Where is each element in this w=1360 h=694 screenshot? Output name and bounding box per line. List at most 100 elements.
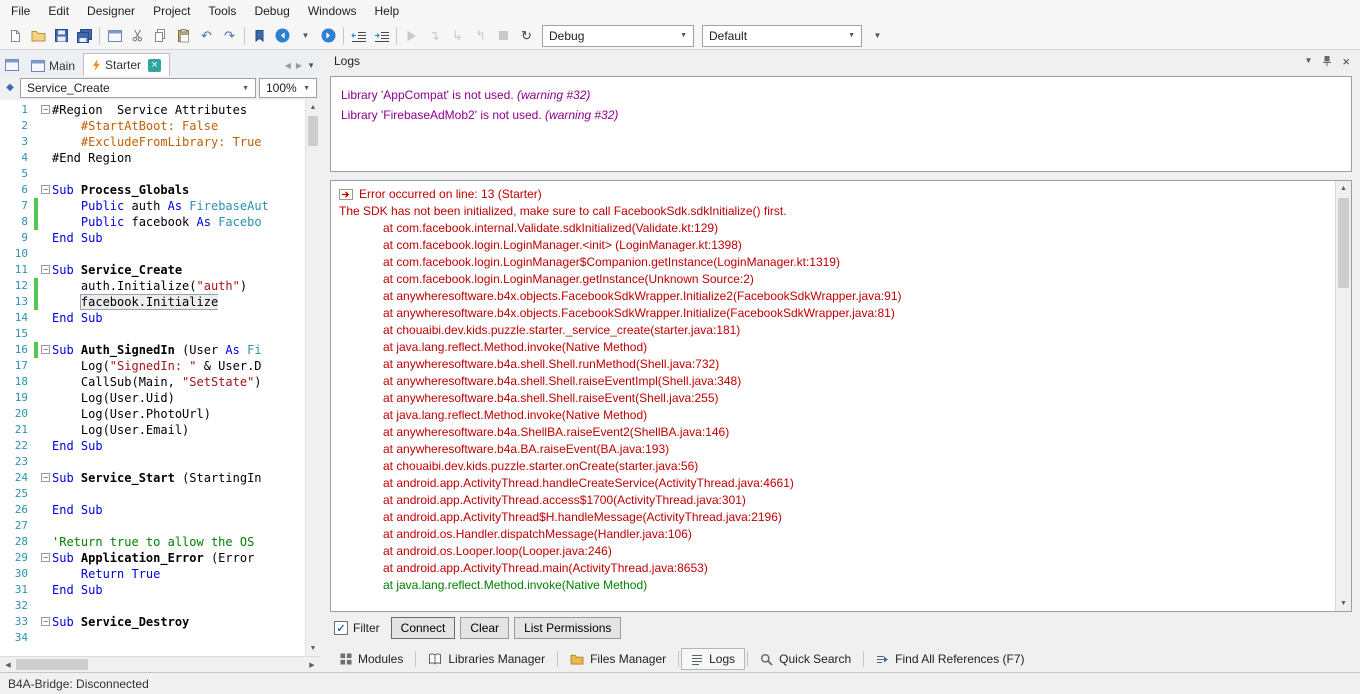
bottom-tab-logs[interactable]: Logs [681,648,746,670]
code-line[interactable]: 24 − Sub Service_Start (StartingIn [0,470,305,486]
bottom-tab-modules[interactable]: Modules [330,648,413,670]
fold-toggle-icon[interactable]: − [41,617,50,626]
fold-toggle-icon[interactable]: − [41,265,50,274]
editor-vertical-scrollbar[interactable]: ▲ ▼ [305,100,320,656]
code-line[interactable]: 32 [0,598,305,614]
stop-icon[interactable] [492,24,515,47]
toolbar-overflow-icon[interactable]: ▼ [866,24,889,47]
code-line[interactable]: 6 − Sub Process_Globals [0,182,305,198]
build-config-dropdown[interactable]: Debug ▼ [542,24,694,47]
fold-toggle-icon[interactable]: − [41,185,50,194]
step-out-icon[interactable]: ↰ [469,24,492,47]
sub-selector-dropdown[interactable]: Service_Create ▼ [20,78,256,98]
menu-item-edit[interactable]: Edit [39,1,78,21]
code-line[interactable]: 20 Log(User.PhotoUrl) [0,406,305,422]
fold-toggle-icon[interactable]: − [41,473,50,482]
bottom-tab-quick-search[interactable]: Quick Search [750,648,861,670]
editor-horizontal-scrollbar[interactable]: ◀ ▶ [0,656,320,672]
navigate-forward-icon[interactable] [317,24,340,47]
code-line[interactable]: 19 Log(User.Uid) [0,390,305,406]
code-line[interactable]: 1 − #Region Service Attributes [0,102,305,118]
fold-toggle-icon[interactable]: − [41,345,50,354]
code-line[interactable]: 14 End Sub [0,310,305,326]
logs-window-menu-icon[interactable]: ▼ [1304,57,1312,65]
code-line[interactable]: 8 Public facebook As Facebo [0,214,305,230]
code-line[interactable]: 26 End Sub [0,502,305,518]
menu-item-designer[interactable]: Designer [78,1,144,21]
bookmark-icon[interactable] [248,24,271,47]
tab-close-icon[interactable]: × [148,58,162,72]
code-line[interactable]: 16 − Sub Auth_SignedIn (User As Fi [0,342,305,358]
new-icon[interactable] [4,24,27,47]
navigate-back-icon[interactable] [271,24,294,47]
clear-button[interactable]: Clear [460,617,510,639]
code-line[interactable]: 3 #ExcludeFromLibrary: True [0,134,305,150]
code-line[interactable]: 25 [0,486,305,502]
tab-list-dropdown-icon[interactable]: ▼ [307,62,315,70]
code-line[interactable]: 23 [0,454,305,470]
scroll-right-icon[interactable]: ▶ [304,657,320,672]
code-line[interactable]: 2 #StartAtBoot: False [0,118,305,134]
scroll-up-icon[interactable]: ▲ [306,100,320,115]
save-icon[interactable] [50,24,73,47]
code-line[interactable]: 30 Return True [0,566,305,582]
build-profile-dropdown[interactable]: Default ▼ [702,24,862,47]
code-line[interactable]: 10 [0,246,305,262]
step-into-icon[interactable]: ↴ [423,24,446,47]
tab-starter[interactable]: Starter × [83,53,171,76]
menu-item-windows[interactable]: Windows [299,1,366,21]
code-line[interactable]: 7 Public auth As FirebaseAut [0,198,305,214]
zoom-dropdown[interactable]: 100% ▼ [259,78,317,98]
redo-icon[interactable]: ↷ [218,24,241,47]
list-permissions-button[interactable]: List Permissions [514,617,622,639]
outdent-icon[interactable] [347,24,370,47]
scrollbar-thumb[interactable] [16,659,88,670]
save-all-icon[interactable] [73,24,96,47]
scroll-left-icon[interactable]: ◀ [0,657,16,672]
code-line[interactable]: 21 Log(User.Email) [0,422,305,438]
scroll-down-icon[interactable]: ▼ [1336,596,1351,611]
designer-icon[interactable] [103,24,126,47]
run-icon[interactable] [400,24,423,47]
connect-button[interactable]: Connect [390,617,456,639]
menu-item-tools[interactable]: Tools [199,1,245,21]
scrollbar-thumb[interactable] [1338,198,1349,288]
bottom-tab-files-manager[interactable]: Files Manager [560,648,676,670]
tab-scroll-left-icon[interactable]: ◀ [285,62,291,70]
tab-scroll-right-icon[interactable]: ▶ [296,62,302,70]
menu-item-help[interactable]: Help [366,1,409,21]
code-area[interactable]: 1− #Region Service Attributes 2 #StartAtBo… [0,100,320,656]
code-line[interactable]: 31 End Sub [0,582,305,598]
code-line[interactable]: 13 facebook.Initialize [0,294,305,310]
copy-icon[interactable] [149,24,172,47]
log-vertical-scrollbar[interactable]: ▲ ▼ [1335,181,1351,611]
code-line[interactable]: 11 − Sub Service_Create [0,262,305,278]
menu-item-debug[interactable]: Debug [245,1,298,21]
code-line[interactable]: 12 auth.Initialize("auth") [0,278,305,294]
scrollbar-thumb[interactable] [308,116,318,146]
menu-item-file[interactable]: File [2,1,39,21]
filter-checkbox[interactable]: ✓ [334,621,348,635]
code-line[interactable]: 29 − Sub Application_Error (Error [0,550,305,566]
paste-icon[interactable] [172,24,195,47]
step-over-icon[interactable]: ↳ [446,24,469,47]
scroll-down-icon[interactable]: ▼ [306,641,320,656]
code-line[interactable]: 28 'Return true to allow the OS [0,534,305,550]
code-line[interactable]: 9 End Sub [0,230,305,246]
window-list-icon[interactable] [5,59,19,71]
fold-toggle-icon[interactable]: − [41,553,50,562]
fold-toggle-icon[interactable]: − [41,105,50,114]
close-icon[interactable]: × [1342,55,1350,68]
code-line[interactable]: 33 − Sub Service_Destroy [0,614,305,630]
code-line[interactable]: 15 [0,326,305,342]
code-line[interactable]: 5 [0,166,305,182]
pin-icon[interactable] [1322,55,1332,67]
rebuild-icon[interactable]: ↻ [515,24,538,47]
indent-icon[interactable] [370,24,393,47]
undo-icon[interactable]: ↶ [195,24,218,47]
code-line[interactable]: 27 [0,518,305,534]
open-icon[interactable] [27,24,50,47]
tab-main[interactable]: Main [23,55,83,76]
scroll-up-icon[interactable]: ▲ [1336,181,1351,196]
menu-item-project[interactable]: Project [144,1,199,21]
